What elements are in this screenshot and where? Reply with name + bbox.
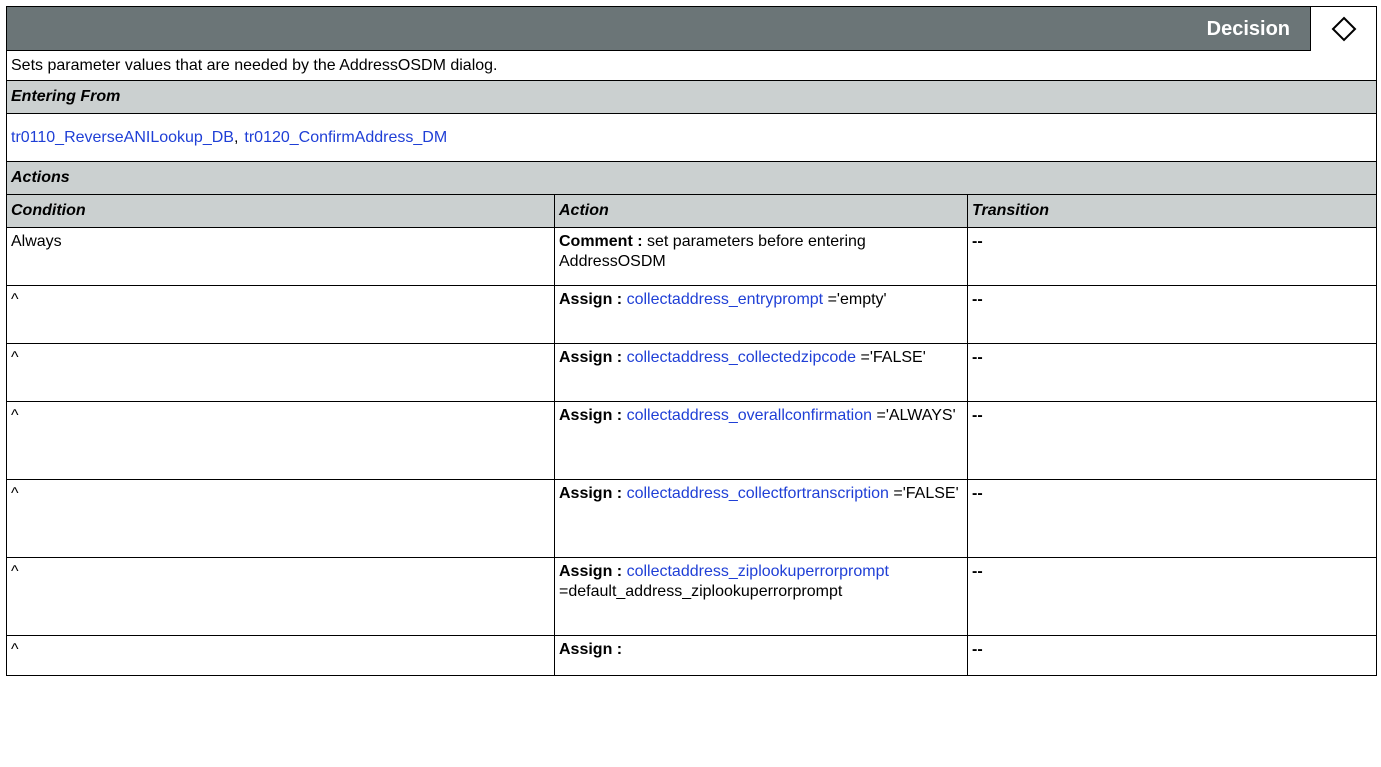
actions-table-header: Condition Action Transition [6,194,1377,228]
variable-link[interactable]: collectaddress_ziplookuperrorprompt [627,563,889,580]
action-cell: Assign : collectaddress_entryprompt ='em… [554,285,968,344]
condition-cell: ^ [6,557,555,636]
table-row: Always Comment : set parameters before e… [6,227,1377,286]
condition-cell: ^ [6,401,555,480]
action-kind: Assign : [559,407,623,424]
actions-table: Condition Action Transition Always Comme… [6,194,1377,676]
action-value: ='FALSE' [856,349,926,366]
action-cell: Assign : collectaddress_collectfortransc… [554,479,968,558]
action-value: ='empty' [823,291,887,308]
entering-from-heading: Entering From [6,80,1377,113]
table-row: ^ Assign : -- [6,635,1377,676]
action-cell: Comment : set parameters before entering… [554,227,968,286]
condition-cell: ^ [6,479,555,558]
entering-from-link-1[interactable]: tr0110_ReverseANILookup_DB [11,129,234,147]
actions-heading: Actions [6,161,1377,194]
transition-cell: -- [967,479,1377,558]
table-row: ^ Assign : collectaddress_collectedzipco… [6,343,1377,402]
variable-link[interactable]: collectaddress_collectfortranscription [627,485,889,502]
action-kind: Assign : [559,485,623,502]
table-row: ^ Assign : collectaddress_overallconfirm… [6,401,1377,480]
variable-link[interactable]: collectaddress_collectedzipcode [627,349,856,366]
decision-type-label: Decision [1206,18,1290,40]
entering-from-title: Entering From [11,88,121,105]
entering-from-link-2[interactable]: tr0120_ConfirmAddress_DM [244,129,447,147]
diamond-icon [1331,16,1356,42]
description-row: Sets parameter values that are needed by… [6,50,1377,80]
action-kind: Assign : [559,641,623,658]
column-header-transition: Transition [967,194,1377,228]
action-cell: Assign : collectaddress_collectedzipcode… [554,343,968,402]
column-header-condition: Condition [6,194,555,228]
transition-cell: -- [967,635,1377,676]
variable-link[interactable]: collectaddress_overallconfirmation [627,407,872,424]
link-separator: , [233,128,239,146]
decision-block: Decision Sets parameter values that are … [6,6,1377,676]
description-text: Sets parameter values that are needed by… [11,56,498,74]
action-value: =default_address_ziplookuperrorprompt [559,583,843,600]
action-value: ='FALSE' [888,485,959,502]
action-value: ='ALWAYS' [872,407,956,424]
action-cell: Assign : collectaddress_ziplookuperrorpr… [554,557,968,636]
action-kind: Comment : [559,233,643,250]
action-kind: Assign : [559,349,623,366]
condition-cell: ^ [6,635,555,676]
transition-cell: -- [967,401,1377,480]
variable-link[interactable]: collectaddress_entryprompt [627,291,824,308]
action-kind: Assign : [559,291,623,308]
table-row: ^ Assign : collectaddress_ziplookuperror… [6,557,1377,636]
decision-header-bar: Decision [6,6,1377,51]
table-row: ^ Assign : collectaddress_collectfortran… [6,479,1377,558]
transition-cell: -- [967,343,1377,402]
table-row: ^ Assign : collectaddress_entryprompt ='… [6,285,1377,344]
condition-cell: ^ [6,343,555,402]
transition-cell: -- [967,227,1377,286]
transition-cell: -- [967,285,1377,344]
transition-cell: -- [967,557,1377,636]
action-cell: Assign : [554,635,968,676]
column-header-action: Action [554,194,968,228]
action-kind: Assign : [559,563,623,580]
condition-cell: ^ [6,285,555,344]
actions-title: Actions [11,169,70,186]
condition-cell: Always [6,227,555,286]
decision-icon-box [1310,7,1376,51]
entering-from-links: tr0110_ReverseANILookup_DB , tr0120_Conf… [6,113,1377,161]
action-cell: Assign : collectaddress_overallconfirmat… [554,401,968,480]
